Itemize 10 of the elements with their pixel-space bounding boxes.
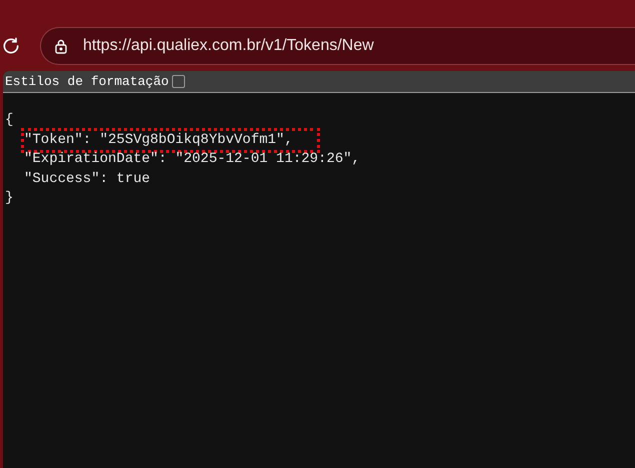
- reload-icon[interactable]: [1, 36, 21, 56]
- url-text: https://api.qualiex.com.br/v1/Tokens/New: [83, 36, 374, 56]
- json-line: {: [5, 111, 14, 130]
- lock-icon[interactable]: [53, 38, 69, 54]
- formatting-checkbox[interactable]: [172, 75, 185, 88]
- json-line: "Success": true: [24, 170, 150, 188]
- formatting-label: Estilos de formatação: [5, 72, 169, 91]
- json-line: }: [5, 189, 14, 208]
- json-line: "ExpirationDate": "2025-12-01 11:29:26",: [24, 150, 360, 169]
- address-bar[interactable]: https://api.qualiex.com.br/v1/Tokens/New: [40, 27, 635, 65]
